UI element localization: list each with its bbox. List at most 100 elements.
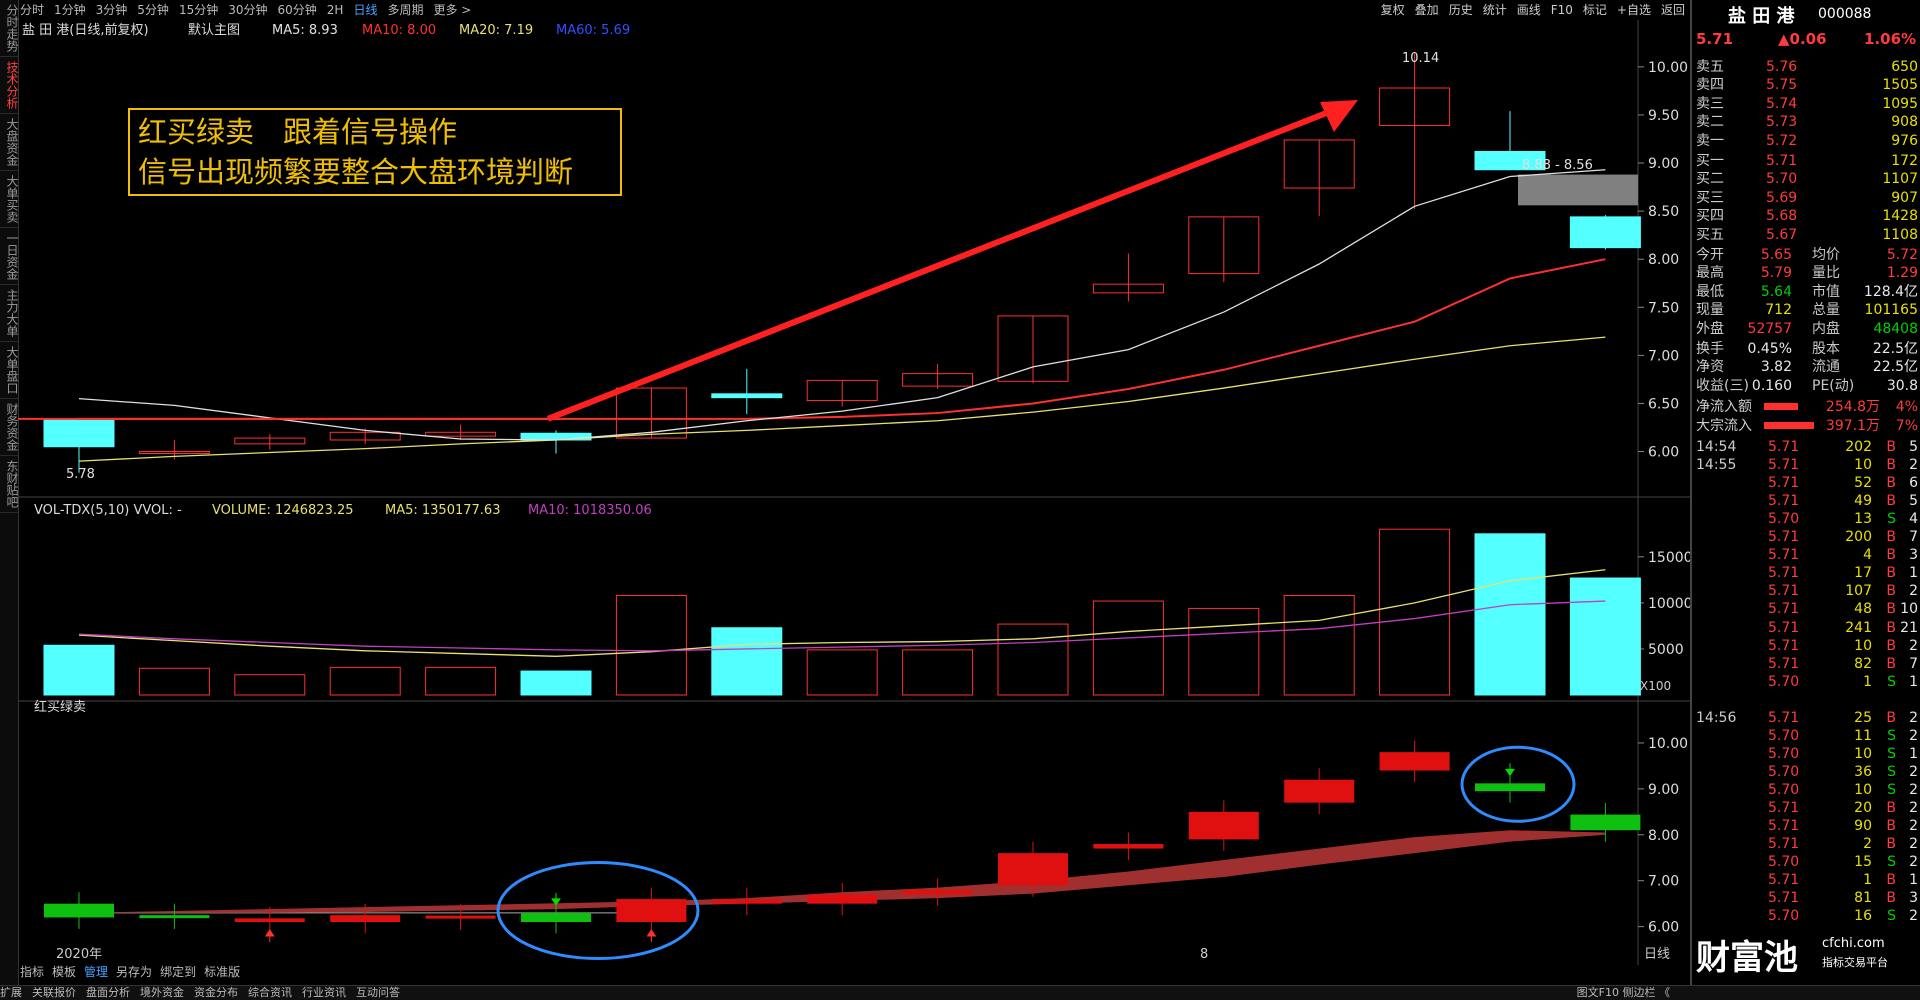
flow-bar [1764,421,1814,429]
bid-row-cell: 5.70 [1766,171,1798,188]
bid-row-cell: 买四 [1696,208,1724,225]
tick-volume: 2 [1863,836,1872,853]
function-button-1[interactable]: 叠加 [1415,3,1439,17]
stat-label: 外盘 [1696,320,1724,337]
tick-row: 14:55 5.71 10 B 2 [1696,456,1920,474]
bid-row-cell: 买五 [1696,226,1724,243]
bottom-tab-3[interactable]: 境外资金 [140,986,184,999]
y-tick-label: 6.00 [1648,920,1679,936]
stock-name: 盐 田 港 [1728,6,1795,27]
ma10-label: MA10: 8.00 [362,23,436,38]
period-tab-7[interactable]: 2H [327,0,344,20]
stat-value: 5.64 [1760,283,1792,300]
tick-price: 5.71 [1768,890,1800,907]
stat-label: 换手 [1696,341,1724,357]
bottom-tab-0[interactable]: 扩展 [0,986,22,999]
left-tab-5[interactable]: 主力大单 [0,285,19,342]
left-tab-1[interactable]: 技术分析 [0,57,19,114]
bottom-tab-1[interactable]: 关联报价 [32,986,76,999]
indicator-tool-1[interactable]: 模板 [52,965,76,979]
signal-bar [1188,811,1259,840]
tick-volume: 107 [1845,583,1872,600]
period-tab-3[interactable]: 5分钟 [137,0,169,20]
left-tab-0[interactable]: 分时走势 [0,0,19,57]
stat-label: 净资 [1696,359,1724,376]
stat-value: 128.4亿 [1863,283,1918,300]
tick-side: S [1887,727,1896,744]
indicator-tool-4[interactable]: 绑定到 [160,965,196,979]
bottom-tab-7[interactable]: 互动问答 [356,986,400,999]
tick-volume: 10 [1854,637,1872,654]
tick-row: 5.71 2 B 2 [1696,835,1920,853]
stat-value: 48408 [1873,320,1918,337]
function-button-8[interactable]: 返回 [1661,3,1685,17]
left-tab-4[interactable]: 一日资金 [0,228,19,285]
period-tab-9[interactable]: 多周期 [387,0,423,20]
tick-count: 1 [1909,872,1918,889]
left-tab-6[interactable]: 大单盘口 [0,342,19,399]
left-tab-3[interactable]: 大单买卖 [0,171,19,228]
ask-row-cell: 5.76 [1766,59,1798,75]
candle-body [711,393,783,399]
left-tab-7[interactable]: 财务资金 [0,399,19,456]
tick-side: S [1887,781,1896,798]
tick-row: 5.71 10 B 2 [1696,637,1920,655]
stat-label: 均价 [1812,247,1840,263]
vol-ma5-label: MA5: 1350177.63 [385,503,500,518]
left-tab-2[interactable]: 大盘资金 [0,114,19,171]
period-tab-4[interactable]: 15分钟 [179,0,218,20]
stat-label: 最低 [1696,283,1724,300]
period-tab-2[interactable]: 3分钟 [96,0,128,20]
period-tab-5[interactable]: 30分钟 [228,0,267,20]
function-button-0[interactable]: 复权 [1381,3,1405,17]
annotation-line2: 信号出现频繁要整合大盘环境判断 [138,155,574,189]
cfchi-logo: 财富池 [1696,938,1798,978]
tick-row: 5.70 10 S 2 [1696,781,1920,799]
function-button-4[interactable]: 画线 [1517,3,1541,17]
indicator-tool-2[interactable]: 管理 [84,965,108,979]
tick-volume: 13 [1854,511,1872,528]
bottom-tab-2[interactable]: 盘面分析 [86,986,130,999]
bottom-right-links[interactable]: 图文F10 侧边栏 《 [1577,986,1670,1000]
period-tab-8[interactable]: 日线 [353,0,377,20]
tick-price: 5.71 [1768,529,1800,546]
function-button-3[interactable]: 统计 [1483,3,1507,17]
bottom-tab-5[interactable]: 综合资讯 [248,986,292,999]
ask-row-cell: 卖五 [1696,59,1724,75]
tick-volume: 20 [1854,799,1872,816]
stat-value: 22.5亿 [1872,341,1918,357]
x-label-period: 日线 [1644,947,1670,962]
tick-price: 5.71 [1768,601,1800,618]
period-tab-0[interactable]: 分时 [20,0,44,20]
bid-row-cell: 5.68 [1766,208,1798,225]
function-button-2[interactable]: 历史 [1449,3,1473,17]
tick-volume: 202 [1845,439,1872,455]
period-tab-1[interactable]: 1分钟 [54,0,86,20]
x-label-mid: 8 [1200,947,1208,962]
bottom-tab-6[interactable]: 行业资讯 [302,986,346,999]
signal-header: 红买绿卖 [34,699,86,715]
left-tab-8[interactable]: 东财贴吧 [0,456,19,513]
signal-bar [521,912,591,923]
indicator-tool-5[interactable]: 标准版 [204,965,240,979]
vol-unit-label: X100 [1640,679,1671,693]
function-button-6[interactable]: 标记 [1583,3,1607,17]
stat-label: 最高 [1696,265,1724,282]
logo-domain: cfchi.com [1822,936,1885,951]
volume-bar [1474,533,1546,696]
function-button-7[interactable]: +自选 [1617,3,1651,17]
indicator-tool-0[interactable]: 指标 [20,965,44,979]
signal-chart: 10.00 9.00 8.00 7.00 6.00 [44,736,1688,961]
high-price-label: 10.14 [1402,51,1439,66]
function-button-5[interactable]: F10 [1551,3,1573,17]
period-tab-6[interactable]: 60分钟 [278,0,317,20]
y-tick-label: 15000 [1648,550,1690,566]
period-tab-10[interactable]: 更多 > [433,0,471,20]
indicator-tool-3[interactable]: 另存为 [116,965,152,979]
tick-count: 2 [1909,818,1918,834]
signal-bar [44,903,114,918]
tick-row: 5.71 49 B 5 [1696,492,1920,510]
flow-pct: 7% [1895,417,1918,434]
bottom-tab-4[interactable]: 资金分布 [194,986,238,999]
tick-count: 2 [1909,854,1918,871]
